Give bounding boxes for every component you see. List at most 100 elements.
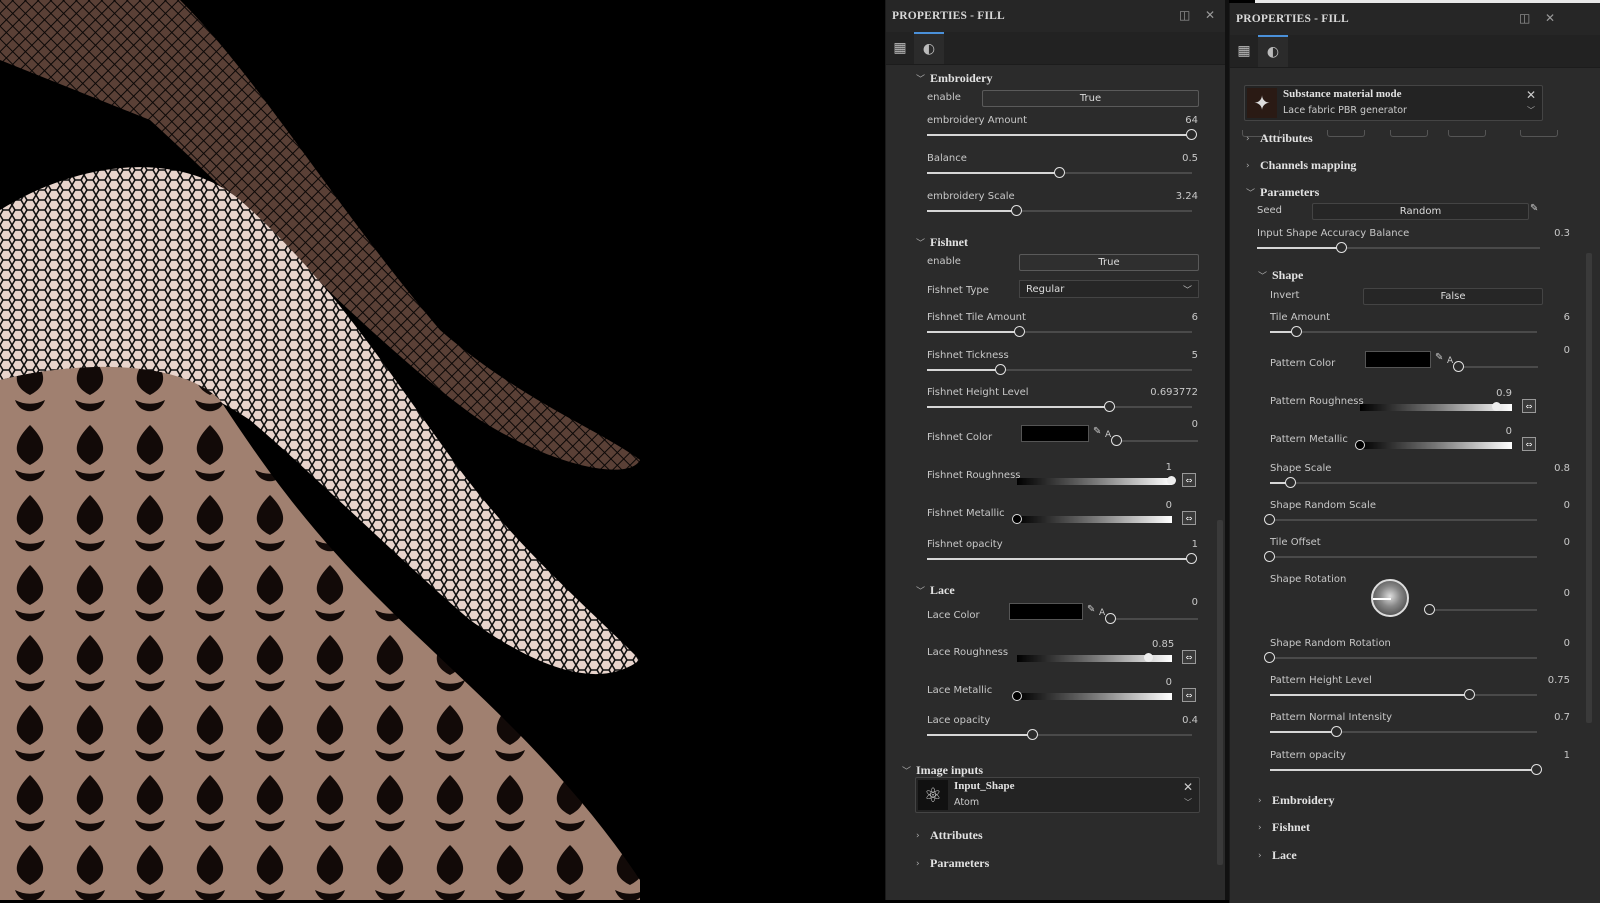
toggle-button[interactable]: False <box>1363 288 1543 305</box>
channel-map-icon[interactable]: ⇔ <box>1182 473 1196 487</box>
channel-map-icon[interactable]: ⇔ <box>1182 688 1196 702</box>
hidden-tab-button[interactable] <box>1327 130 1365 137</box>
hidden-tab-button[interactable] <box>1390 130 1428 137</box>
slider-handle[interactable] <box>1012 514 1022 524</box>
edit-icon[interactable]: ✎ <box>1530 203 1538 214</box>
scrollbar[interactable] <box>1217 520 1223 865</box>
alpha-slider-track[interactable] <box>1105 613 1198 624</box>
slider-handle[interactable] <box>1531 764 1542 775</box>
slider-handle[interactable] <box>1012 691 1022 701</box>
channel-map-icon[interactable]: ⇔ <box>1182 650 1196 664</box>
param-value[interactable]: 0.3 <box>1554 228 1570 239</box>
slider-handle[interactable] <box>1355 440 1365 450</box>
param-value[interactable]: 6 <box>1192 312 1198 323</box>
slider-handle[interactable] <box>1186 129 1197 140</box>
fishnet-type-select[interactable]: Regular ﹀ <box>1019 280 1199 298</box>
section-header[interactable]: ﹀ Lace <box>916 583 955 598</box>
section-header[interactable]: ﹀ Parameters <box>1246 185 1319 200</box>
param-value[interactable]: 6 <box>1564 312 1570 323</box>
scrollbar[interactable] <box>1586 253 1592 723</box>
param-value[interactable]: 0.85 <box>1152 639 1174 650</box>
slider-track[interactable] <box>1270 726 1537 737</box>
param-value[interactable]: 1 <box>1152 462 1172 473</box>
section-header[interactable]: › Channels mapping <box>1246 158 1356 173</box>
param-value[interactable]: 3.24 <box>1176 191 1198 202</box>
slider-handle[interactable] <box>1491 402 1501 411</box>
param-value[interactable]: 0 <box>1564 638 1570 649</box>
param-value[interactable]: 0 <box>1492 426 1512 437</box>
close-icon[interactable]: ✕ <box>1526 88 1536 102</box>
param-value[interactable]: 0.5 <box>1182 153 1198 164</box>
param-value[interactable]: 0.693772 <box>1150 387 1198 398</box>
slider-track[interactable] <box>1424 604 1537 615</box>
section-header[interactable]: › Fishnet <box>1258 820 1310 835</box>
slider-track[interactable] <box>927 401 1192 412</box>
slider-handle[interactable] <box>1424 604 1435 615</box>
color-swatch[interactable] <box>1009 603 1083 620</box>
slider-handle[interactable] <box>1330 726 1342 737</box>
card-subtitle[interactable]: Lace fabric PBR generator <box>1283 105 1407 116</box>
tab-material[interactable]: ◐ <box>1258 35 1288 67</box>
param-value[interactable]: 0 <box>1152 677 1172 688</box>
close-icon[interactable]: ✕ <box>1183 780 1193 794</box>
section-header[interactable]: › Embroidery <box>1258 793 1334 808</box>
section-header[interactable]: › Lace <box>1258 848 1297 863</box>
section-header[interactable]: ﹀ Image inputs <box>902 763 983 778</box>
slider-track[interactable] <box>1270 689 1537 700</box>
channel-map-icon[interactable]: ⇔ <box>1182 511 1196 525</box>
close-icon[interactable]: ✕ <box>1545 11 1555 25</box>
section-header[interactable]: › Attributes <box>916 828 983 843</box>
param-value[interactable]: 0 <box>1564 588 1570 599</box>
alpha-slider-track[interactable] <box>1111 435 1198 446</box>
param-value[interactable]: 0.8 <box>1554 463 1570 474</box>
slider-track[interactable] <box>927 205 1192 216</box>
channel-map-icon[interactable]: ⇔ <box>1522 399 1536 413</box>
slider-track[interactable] <box>1264 514 1537 525</box>
param-value[interactable]: 1 <box>1564 750 1570 761</box>
alpha-value[interactable]: 0 <box>1192 419 1198 430</box>
tab-layer-settings[interactable]: ▦ <box>886 32 914 64</box>
tab-material[interactable]: ◐ <box>914 32 944 64</box>
eyedropper-icon[interactable]: ✎ <box>1087 604 1095 615</box>
chevron-down-icon[interactable]: ﹀ <box>1184 797 1192 808</box>
param-value[interactable]: 64 <box>1185 115 1198 126</box>
gradient-slider[interactable] <box>1355 440 1512 450</box>
gradient-slider[interactable] <box>1012 514 1172 524</box>
gradient-slider[interactable] <box>1360 402 1512 411</box>
param-value[interactable]: 1 <box>1192 539 1198 550</box>
slider-handle[interactable] <box>1453 361 1464 372</box>
gradient-slider[interactable] <box>1017 653 1172 662</box>
param-value[interactable]: 0.4 <box>1182 715 1198 726</box>
gradient-slider[interactable] <box>1012 691 1172 701</box>
slider-handle[interactable] <box>1335 242 1347 253</box>
slider-track[interactable] <box>927 729 1192 740</box>
dock-icon[interactable]: ◫ <box>1519 11 1530 25</box>
chevron-down-icon[interactable]: ﹀ <box>1527 105 1535 116</box>
close-icon[interactable]: ✕ <box>1205 8 1215 22</box>
slider-handle[interactable] <box>1464 689 1476 700</box>
slider-handle[interactable] <box>1186 553 1197 564</box>
tab-layer-settings[interactable]: ▦ <box>1230 35 1258 67</box>
slider-track[interactable] <box>927 553 1197 564</box>
alpha-value[interactable]: 0 <box>1564 345 1570 356</box>
slider-handle[interactable] <box>995 364 1007 375</box>
slider-track[interactable] <box>1270 477 1537 488</box>
slider-track[interactable] <box>1264 551 1537 562</box>
slider-handle[interactable] <box>1264 514 1275 525</box>
color-swatch[interactable] <box>1365 351 1431 368</box>
alpha-slider-track[interactable] <box>1453 361 1538 372</box>
slider-handle[interactable] <box>1285 477 1297 488</box>
slider-handle[interactable] <box>1027 729 1038 740</box>
toggle-button[interactable]: True <box>982 90 1199 107</box>
section-header[interactable]: ﹀ Shape <box>1258 268 1303 283</box>
slider-track[interactable] <box>1270 764 1542 775</box>
slider-track[interactable] <box>927 129 1197 140</box>
slider-track[interactable] <box>1264 652 1537 663</box>
param-value[interactable]: 0.7 <box>1554 712 1570 723</box>
slider-handle[interactable] <box>1103 401 1115 412</box>
slider-handle[interactable] <box>1105 613 1116 624</box>
section-header[interactable]: ﹀ Fishnet <box>916 235 968 250</box>
slider-track[interactable] <box>1270 326 1537 337</box>
3d-viewport[interactable] <box>0 0 885 900</box>
section-header[interactable]: ﹀ Embroidery <box>916 71 992 86</box>
